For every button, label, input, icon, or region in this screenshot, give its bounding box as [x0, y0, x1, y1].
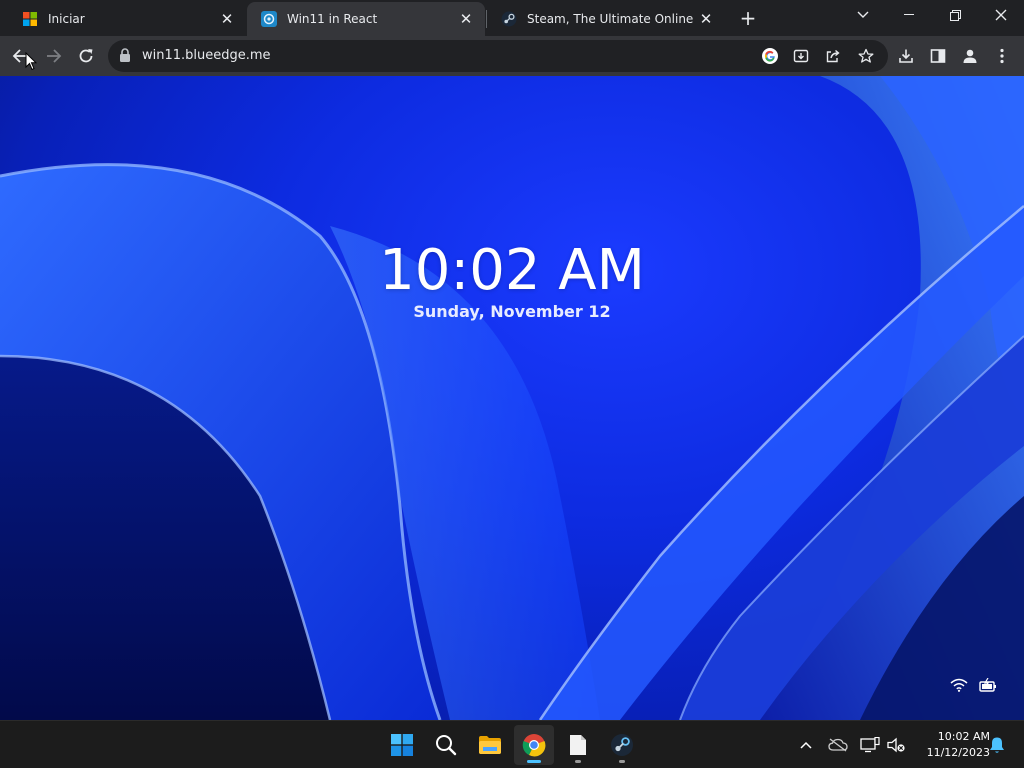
forward-button[interactable] — [38, 40, 70, 72]
active-app-indicator — [527, 760, 541, 763]
volume-muted-icon[interactable] — [884, 733, 908, 757]
close-tab-icon[interactable]: ✕ — [218, 10, 236, 28]
star-bookmark-icon[interactable] — [854, 44, 878, 68]
share-icon[interactable] — [821, 44, 845, 68]
close-tab-icon[interactable]: ✕ — [457, 10, 475, 28]
lockscreen-time: 10:02 AM — [379, 238, 645, 303]
tab-title: Steam, The Ultimate Online Gam — [527, 12, 693, 26]
close-tab-icon[interactable]: ✕ — [697, 10, 715, 28]
steam-taskbar-button[interactable] — [602, 725, 642, 765]
file-explorer-button[interactable] — [470, 725, 510, 765]
lockscreen[interactable]: 10:02 AM Sunday, November 12 — [0, 76, 1024, 720]
minimize-button[interactable] — [886, 0, 932, 30]
win11-react-icon — [261, 11, 277, 27]
close-window-button[interactable] — [978, 0, 1024, 30]
profile-button[interactable] — [954, 40, 986, 72]
lock-icon[interactable] — [119, 48, 131, 67]
steam-icon — [501, 11, 517, 27]
show-hidden-icons-button[interactable] — [794, 733, 818, 757]
wifi-icon — [948, 674, 970, 696]
chevron-down-icon — [857, 11, 869, 18]
tab-search-button[interactable] — [840, 0, 886, 30]
minimize-icon — [904, 14, 914, 15]
tab-strip: Iniciar ✕ Win11 in React ✕ Steam, The Ul… — [0, 0, 1024, 36]
steam-icon — [611, 734, 633, 756]
clock-time: 10:02 AM — [937, 730, 990, 743]
battery-charging-icon — [977, 674, 999, 696]
tab-steam[interactable]: Steam, The Ultimate Online Gam ✕ — [487, 2, 725, 36]
search-icon — [436, 735, 457, 756]
folder-icon — [479, 736, 501, 754]
restore-icon — [949, 9, 961, 21]
taskbar: 10:02 AM 11/12/2023 — [0, 720, 1024, 768]
chevron-up-icon — [800, 741, 812, 749]
chrome-taskbar-button[interactable] — [514, 725, 554, 765]
restore-button[interactable] — [932, 0, 978, 30]
document-icon — [570, 735, 586, 755]
notifications-button[interactable] — [985, 733, 1009, 757]
tab-title: Iniciar — [48, 12, 85, 26]
wallpaper-bloom — [0, 76, 1024, 720]
install-app-icon[interactable] — [789, 44, 813, 68]
search-button[interactable] — [426, 725, 466, 765]
running-app-indicator — [575, 760, 581, 763]
kebab-menu-icon — [1000, 48, 1004, 64]
mouse-cursor-icon — [25, 52, 37, 71]
windows-logo-icon — [22, 11, 38, 27]
browser-toolbar: win11.blueedge.me — [0, 36, 1024, 76]
lockscreen-date: Sunday, November 12 — [413, 302, 611, 321]
profile-icon — [963, 49, 977, 63]
network-icon[interactable] — [858, 733, 882, 757]
start-button[interactable] — [382, 725, 422, 765]
windows-start-icon — [391, 734, 413, 756]
google-lens-icon[interactable] — [758, 44, 782, 68]
reload-button[interactable] — [70, 40, 102, 72]
arrow-right-icon — [47, 49, 62, 63]
reload-icon — [79, 49, 93, 63]
clock-date: 11/12/2023 — [926, 746, 990, 759]
menu-button[interactable] — [986, 40, 1018, 72]
download-icon — [899, 49, 913, 63]
tab-iniciar[interactable]: Iniciar ✕ — [8, 2, 246, 36]
running-app-indicator — [619, 760, 625, 763]
chrome-icon — [522, 734, 546, 757]
address-bar[interactable]: win11.blueedge.me — [108, 40, 888, 72]
onedrive-icon[interactable] — [826, 733, 850, 757]
bell-icon — [990, 737, 1004, 753]
tab-win11-react[interactable]: Win11 in React ✕ — [247, 2, 485, 36]
plus-icon: + — [739, 6, 757, 30]
url-text[interactable]: win11.blueedge.me — [142, 48, 271, 63]
new-tab-button[interactable]: + — [736, 6, 760, 30]
tab-title: Win11 in React — [287, 12, 378, 26]
notepad-button[interactable] — [558, 725, 598, 765]
side-panel-icon — [930, 49, 946, 63]
downloads-button[interactable] — [890, 40, 922, 72]
close-icon — [995, 9, 1007, 21]
taskbar-clock[interactable]: 10:02 AM 11/12/2023 — [910, 729, 990, 761]
side-panel-button[interactable] — [922, 40, 954, 72]
